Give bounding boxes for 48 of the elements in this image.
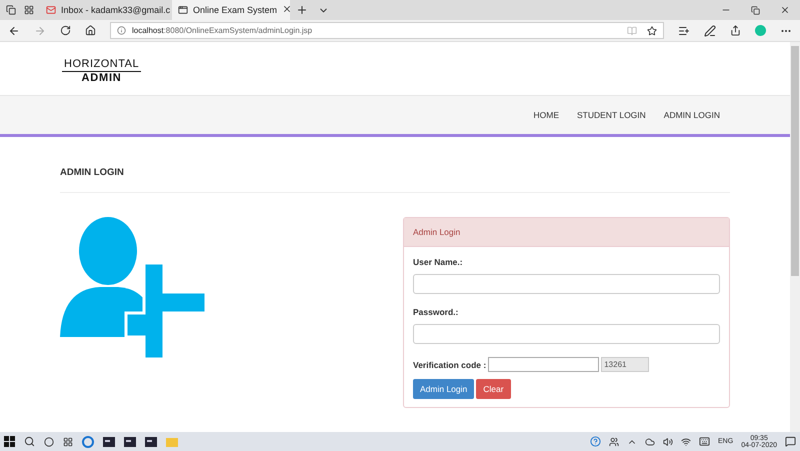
tabs-icon[interactable] bbox=[6, 5, 16, 15]
pen-icon[interactable] bbox=[704, 24, 716, 36]
form-button[interactable]: Clear bbox=[476, 379, 511, 399]
nav-link[interactable]: ADMIN LOGIN bbox=[664, 110, 720, 120]
field-label: Password.: bbox=[413, 307, 460, 317]
restore-icon[interactable] bbox=[751, 5, 760, 15]
star-icon[interactable] bbox=[647, 26, 657, 36]
address-bar[interactable]: localhost:8080/OnlineExamSystem/adminLogin.jsp bbox=[110, 22, 664, 39]
wifi-icon[interactable] bbox=[681, 436, 692, 446]
browser-tab[interactable]: Online Exam System bbox=[172, 0, 290, 20]
nav-link[interactable]: STUDENT LOGIN bbox=[577, 110, 646, 120]
volume-icon[interactable] bbox=[663, 436, 674, 446]
task-view-icon[interactable] bbox=[63, 436, 73, 446]
logo-text: HORIZONTAL bbox=[62, 58, 142, 72]
nav-link[interactable]: HOME bbox=[534, 110, 559, 120]
plus-icon[interactable] bbox=[296, 4, 308, 16]
terminal-icon[interactable] bbox=[145, 436, 157, 446]
scrollbar-thumb[interactable] bbox=[791, 46, 799, 276]
panel-title: Admin Login bbox=[404, 218, 729, 247]
field-label: User Name.: bbox=[413, 257, 464, 267]
app-icon[interactable] bbox=[124, 436, 136, 446]
back-icon[interactable] bbox=[8, 24, 20, 36]
logo-text: ADMIN bbox=[82, 72, 122, 84]
home-icon[interactable] bbox=[85, 25, 96, 36]
close-icon[interactable] bbox=[282, 4, 290, 14]
cloud-icon[interactable] bbox=[645, 436, 656, 446]
people-icon[interactable] bbox=[609, 436, 620, 446]
form-button[interactable]: Admin Login bbox=[413, 379, 474, 399]
notification-icon[interactable] bbox=[785, 436, 796, 447]
keyboard-icon[interactable] bbox=[699, 436, 710, 447]
share-icon[interactable] bbox=[730, 25, 741, 36]
close-icon[interactable] bbox=[780, 5, 790, 15]
input-field[interactable] bbox=[413, 324, 720, 344]
field-label: Verification code : bbox=[413, 360, 486, 370]
terminal-icon[interactable] bbox=[103, 436, 115, 446]
info-icon bbox=[117, 26, 126, 35]
captcha-code: 13261 bbox=[601, 357, 650, 372]
input-field[interactable] bbox=[488, 357, 600, 372]
help-icon[interactable] bbox=[590, 436, 602, 447]
input-field[interactable] bbox=[413, 274, 720, 294]
windows-icon[interactable] bbox=[4, 436, 15, 447]
page-icon bbox=[178, 5, 188, 15]
section-title: ADMIN LOGIN bbox=[60, 167, 730, 193]
favorites-icon[interactable] bbox=[678, 24, 690, 36]
mail-icon bbox=[46, 5, 56, 15]
search-icon[interactable] bbox=[24, 436, 35, 447]
refresh-icon[interactable] bbox=[60, 25, 71, 36]
url-text: localhost:8080/OnlineExamSystem/adminLogin.jsp bbox=[132, 26, 312, 35]
